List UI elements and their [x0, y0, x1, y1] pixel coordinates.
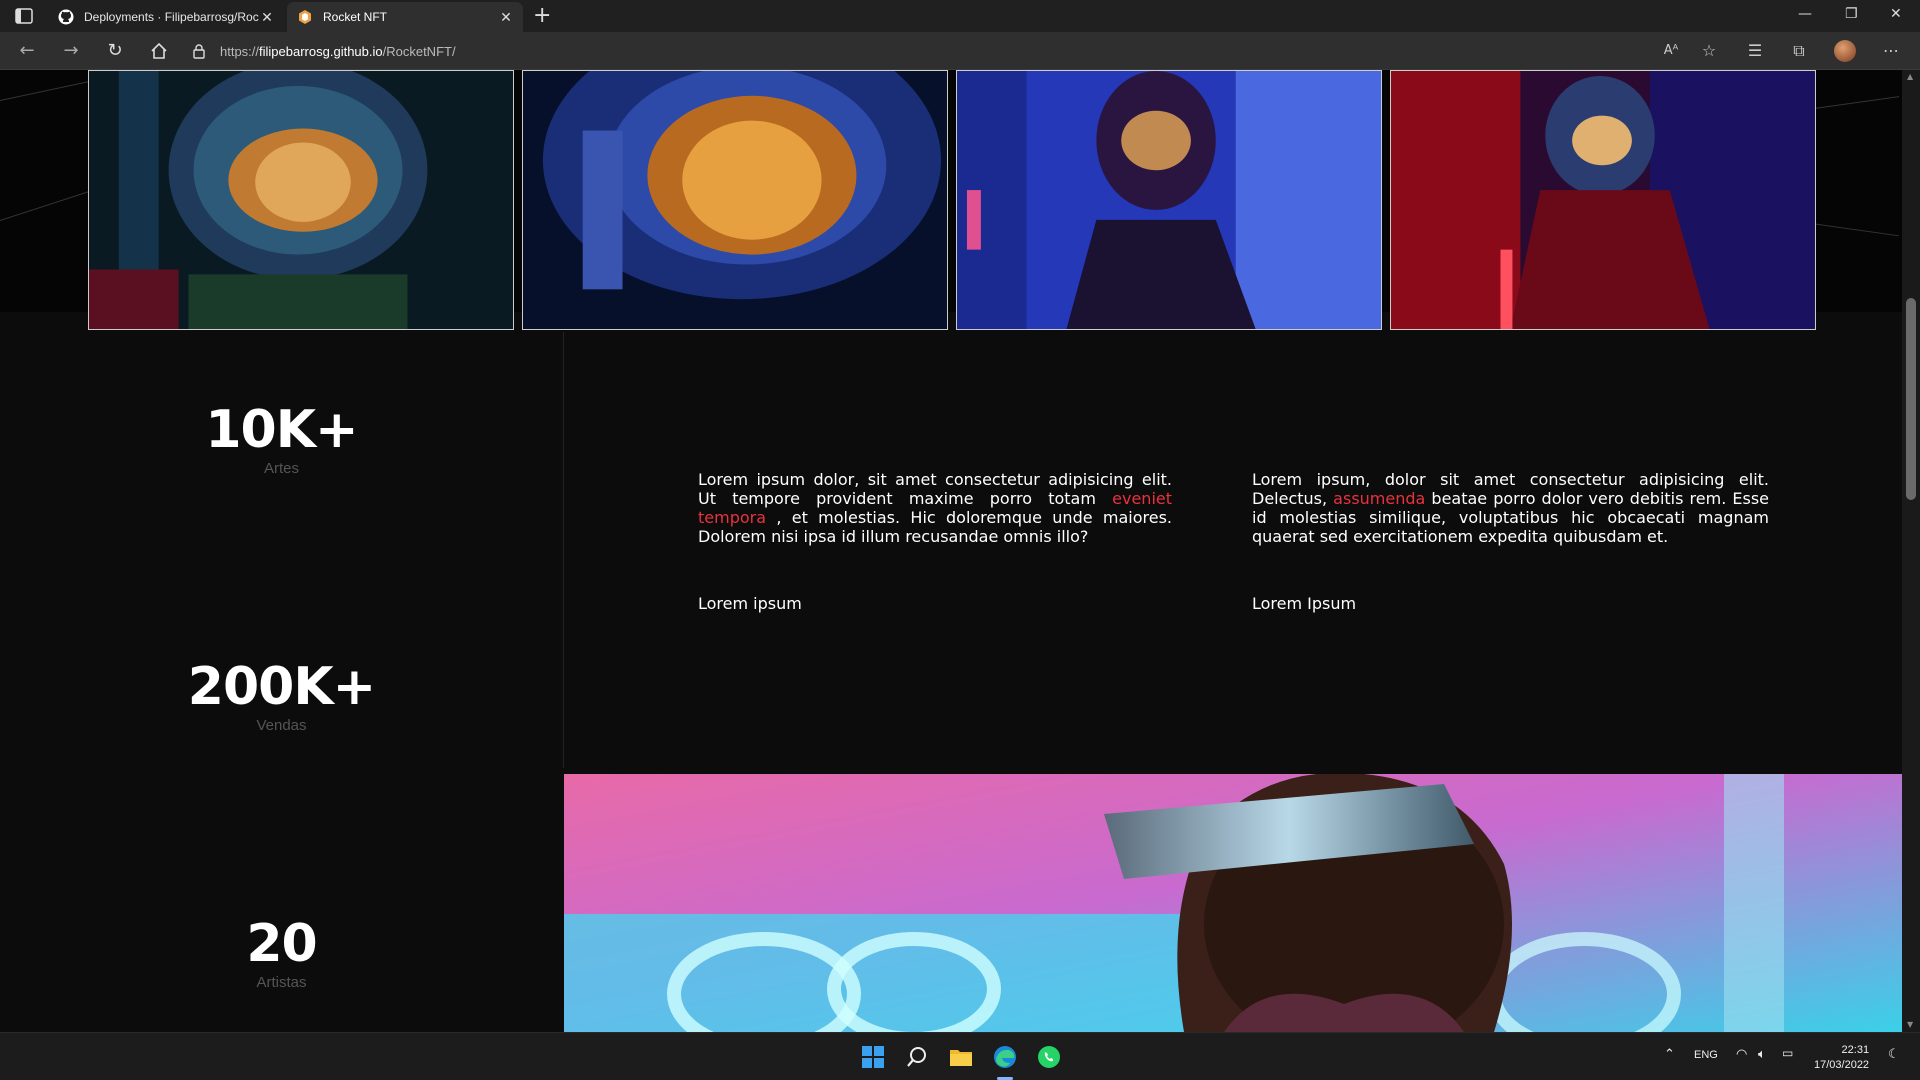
stat-label: Artistas	[256, 974, 307, 991]
scroll-up-icon[interactable]: ▲	[1907, 72, 1913, 81]
stat-value: 200K+	[187, 657, 376, 717]
address-bar[interactable]: https://filipebarrosg.github.io/RocketNF…	[192, 36, 1692, 66]
restore-icon[interactable]: ❐	[1845, 6, 1858, 22]
collections-icon[interactable]: ⧉	[1789, 41, 1809, 61]
home-icon[interactable]	[149, 41, 169, 61]
url-scheme: https://	[220, 43, 260, 59]
notifications-icon[interactable]: ☾	[1888, 1046, 1900, 1062]
cyberpunk-banner	[564, 774, 1902, 1032]
tab-title: Deployments · Filipebarrosg/Roc	[84, 10, 259, 24]
browser-toolbar: ← → ↻ https://filipebarrosg.github.io/Ro…	[0, 32, 1920, 70]
windows-start-icon[interactable]	[859, 1043, 887, 1071]
close-icon[interactable]: ✕	[260, 10, 274, 24]
forward-icon[interactable]: →	[61, 41, 81, 61]
clock-time: 22:31	[1841, 1044, 1870, 1056]
page-content: 10K+ Artes 200K+ Vendas 20 Artistas Lore…	[0, 70, 1902, 1032]
astronaut-image	[957, 71, 1381, 329]
more-icon[interactable]: ⋯	[1881, 41, 1901, 61]
browser-tab-bar: Deployments · Filipebarrosg/Roc ✕ Rocket…	[0, 0, 1920, 32]
url-path: /RocketNFT/	[382, 43, 456, 59]
scroll-down-icon[interactable]: ▼	[1907, 1020, 1913, 1029]
stat-artistas: 20 Artistas	[0, 916, 563, 991]
info-paragraph-1: Lorem ipsum dolor, sit amet consectetur …	[698, 470, 1172, 546]
edge-icon[interactable]	[991, 1043, 1019, 1071]
cyberpunk-image	[564, 774, 1902, 1032]
clock-date: 17/03/2022	[1814, 1059, 1870, 1071]
gallery-photo-1[interactable]	[88, 70, 514, 330]
gallery-photo-4[interactable]	[1390, 70, 1816, 330]
lock-icon[interactable]	[192, 43, 206, 59]
close-window-icon[interactable]: ✕	[1890, 6, 1902, 22]
language-indicator[interactable]: ENG	[1694, 1049, 1718, 1061]
tab-rocket-nft[interactable]: Rocket NFT ✕	[287, 2, 523, 32]
windows-taskbar: ⌃ ENG ◠ 🔈︎ ▭ 22:31 17/03/2022 ☾	[0, 1032, 1920, 1080]
rocket-nft-favicon	[299, 10, 311, 24]
file-explorer-icon[interactable]	[947, 1043, 975, 1071]
stat-value: 10K+	[205, 400, 358, 460]
system-clock[interactable]: 22:31 17/03/2022	[1814, 1043, 1869, 1073]
wifi-icon[interactable]: ◠	[1736, 1046, 1747, 1062]
search-icon[interactable]	[903, 1043, 931, 1071]
new-tab-icon[interactable]: +	[533, 5, 551, 27]
stat-artes: 10K+ Artes	[0, 402, 563, 477]
stat-vendas: 200K+ Vendas	[0, 659, 563, 734]
tray-overflow-icon[interactable]: ⌃	[1664, 1046, 1675, 1062]
astronaut-image	[523, 71, 947, 329]
close-icon[interactable]: ✕	[499, 10, 513, 24]
add-favorite-icon[interactable]: ☆	[1699, 41, 1719, 61]
astronaut-image	[89, 71, 513, 329]
paragraph-text: , et molestias. Hic doloremque unde maio…	[698, 508, 1172, 546]
tab-deployments[interactable]: Deployments · Filipebarrosg/Roc ✕	[48, 2, 284, 32]
read-aloud-icon[interactable]: Aᴬ	[1661, 41, 1681, 61]
info-title-1: Lorem ipsum	[698, 594, 802, 613]
section-divider	[563, 332, 564, 768]
gallery-photo-2[interactable]	[522, 70, 948, 330]
info-paragraph-2: Lorem ipsum, dolor sit amet consectetur …	[1252, 470, 1769, 546]
github-icon	[58, 9, 74, 25]
astronaut-image	[1391, 71, 1815, 329]
tab-title: Rocket NFT	[323, 10, 388, 24]
gallery-photo-3[interactable]	[956, 70, 1382, 330]
page-scrollbar[interactable]: ▲ ▼	[1902, 70, 1920, 1032]
favorites-icon[interactable]: ☰	[1745, 41, 1765, 61]
stat-value: 20	[246, 914, 317, 974]
whatsapp-icon[interactable]	[1035, 1043, 1063, 1071]
paragraph-text: Lorem ipsum dolor, sit amet consectetur …	[698, 470, 1172, 508]
stat-label: Vendas	[256, 717, 307, 734]
tab-actions-icon[interactable]	[14, 7, 34, 25]
volume-icon[interactable]: 🔈︎	[1758, 1046, 1766, 1062]
scroll-thumb[interactable]	[1906, 298, 1916, 500]
avatar[interactable]	[1834, 40, 1856, 62]
refresh-icon[interactable]: ↻	[105, 41, 125, 61]
battery-icon[interactable]: ▭	[1782, 1046, 1793, 1060]
stat-label: Artes	[263, 460, 299, 477]
url-host: filipebarrosg.github.io	[259, 43, 383, 59]
minimize-icon[interactable]: —	[1798, 6, 1812, 22]
highlight-text: assumenda	[1333, 489, 1426, 508]
back-icon[interactable]: ←	[17, 41, 37, 61]
info-title-2: Lorem Ipsum	[1252, 594, 1357, 613]
